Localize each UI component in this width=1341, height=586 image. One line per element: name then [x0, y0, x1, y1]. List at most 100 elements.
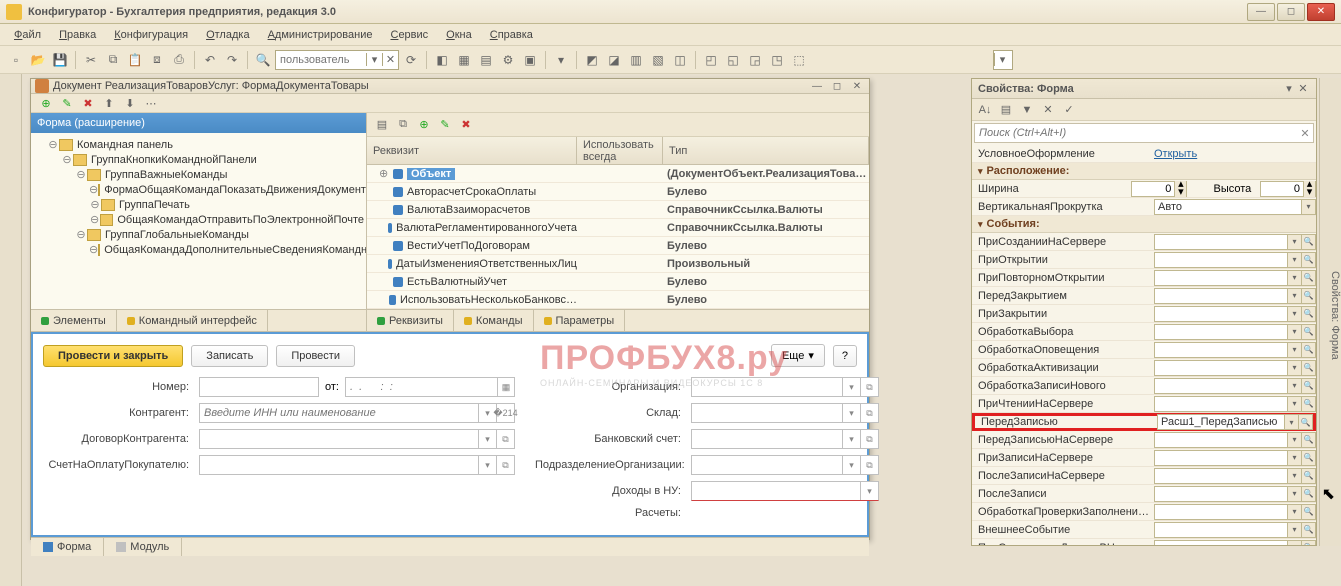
invoice-field[interactable]: ▾⧉: [199, 455, 515, 475]
properties-search-input[interactable]: [975, 127, 1297, 139]
chevron-down-icon[interactable]: ▾: [1288, 270, 1302, 286]
property-row[interactable]: ОбработкаЗаписиНового▾🔍: [972, 377, 1316, 395]
requisite-row[interactable]: ВалютаВзаиморасчетовСправочникСсылка.Вал…: [367, 201, 869, 219]
property-row[interactable]: ПослеЗаписи▾🔍: [972, 485, 1316, 503]
menu-справка[interactable]: Справка: [482, 27, 541, 43]
dept-field[interactable]: ▾⧉: [691, 455, 879, 475]
tb-1[interactable]: ◧: [432, 50, 452, 70]
chevron-down-icon[interactable]: ▾: [1288, 522, 1302, 538]
tb-11[interactable]: ◫: [670, 50, 690, 70]
property-row[interactable]: ОбработкаАктивизации▾🔍: [972, 359, 1316, 377]
delete-icon[interactable]: ✖: [79, 94, 97, 112]
tb-6[interactable]: ▾: [551, 50, 571, 70]
new-icon[interactable]: ▫: [6, 50, 26, 70]
property-vscroll[interactable]: ВертикальнаяПрокруткаАвто▾: [972, 198, 1316, 216]
elements-tree[interactable]: ⊖Командная панель⊖ГруппаКнопкиКоманднойП…: [31, 133, 366, 309]
close-button[interactable]: ✕: [1307, 3, 1335, 21]
magnify-icon[interactable]: 🔍: [1302, 468, 1316, 484]
property-row[interactable]: ПриЧтенииНаСервере▾🔍: [972, 395, 1316, 413]
property-row[interactable]: ВнешнееСобытие▾🔍: [972, 521, 1316, 539]
magnify-icon[interactable]: 🔍: [1302, 324, 1316, 340]
requisite-row[interactable]: ДатыИзмененияОтветственныхЛицПроизвольны…: [367, 255, 869, 273]
height-spinner[interactable]: ▴▾: [1260, 181, 1316, 197]
tb-10[interactable]: ▧: [648, 50, 668, 70]
edit-icon[interactable]: ✎: [58, 94, 76, 112]
tb-8[interactable]: ◪: [604, 50, 624, 70]
property-row[interactable]: ПриСохраненииДанныхВНастройкахНаСервере▾…: [972, 539, 1316, 545]
property-row[interactable]: ОбработкаПроверкиЗаполненияНаСервере▾🔍: [972, 503, 1316, 521]
tb-7[interactable]: ◩: [582, 50, 602, 70]
chevron-down-icon[interactable]: ▾: [1288, 360, 1302, 376]
chevron-down-icon[interactable]: ▾: [1288, 342, 1302, 358]
magnify-icon[interactable]: 🔍: [1302, 360, 1316, 376]
magnify-icon[interactable]: 🔍: [1302, 486, 1316, 502]
compare-icon[interactable]: ⧈: [147, 50, 167, 70]
chevron-down-icon[interactable]: ▾: [1288, 252, 1302, 268]
tb-13[interactable]: ◱: [723, 50, 743, 70]
chevron-down-icon[interactable]: ▾: [1288, 306, 1302, 322]
clear-icon[interactable]: ✕: [382, 53, 398, 66]
properties-close-button[interactable]: ✕: [1296, 82, 1310, 95]
contract-field[interactable]: ▾⧉: [199, 429, 515, 449]
chevron-down-icon[interactable]: ▾: [366, 53, 382, 66]
tree-node[interactable]: ⊖ГруппаГлобальныеКоманды: [33, 227, 364, 242]
property-row[interactable]: ПередЗаписьюНаСервере▾🔍: [972, 431, 1316, 449]
chevron-down-icon[interactable]: ▾: [1288, 288, 1302, 304]
sort-az-icon[interactable]: A↓: [976, 101, 994, 119]
calendar-icon[interactable]: ▦: [497, 378, 514, 396]
chevron-down-icon[interactable]: ▾: [1288, 468, 1302, 484]
warehouse-field[interactable]: ▾⧉: [691, 403, 879, 423]
magnify-icon[interactable]: 🔍: [1302, 288, 1316, 304]
req-del-icon[interactable]: ✖: [457, 116, 475, 134]
property-row[interactable]: ПриСозданииНаСервере▾🔍: [972, 233, 1316, 251]
magnify-icon[interactable]: 🔍: [1302, 270, 1316, 286]
tb-4[interactable]: ⚙: [498, 50, 518, 70]
tab-commands[interactable]: Команды: [454, 310, 534, 331]
refresh-icon[interactable]: ⟳: [401, 50, 421, 70]
chevron-down-icon[interactable]: ▾: [1288, 378, 1302, 394]
magnify-icon[interactable]: 🔍: [1302, 432, 1316, 448]
bank-field[interactable]: ▾⧉: [691, 429, 879, 449]
chevron-down-icon[interactable]: ▾: [1288, 234, 1302, 250]
property-row[interactable]: ОбработкаВыбора▾🔍: [972, 323, 1316, 341]
help-button[interactable]: ?: [833, 345, 857, 367]
org-field[interactable]: ▾⧉: [691, 377, 879, 397]
magnify-icon[interactable]: 🔍: [1299, 414, 1313, 430]
width-spinner[interactable]: ▴▾: [1131, 181, 1187, 197]
tab-form[interactable]: Форма: [31, 538, 104, 556]
chevron-down-icon[interactable]: ▾: [1288, 486, 1302, 502]
more-button[interactable]: Еще▾: [771, 344, 825, 367]
minimize-button[interactable]: —: [1247, 3, 1275, 21]
undo-icon[interactable]: ↶: [200, 50, 220, 70]
tb-9[interactable]: ▥: [626, 50, 646, 70]
print-icon[interactable]: ⎙: [169, 50, 189, 70]
redo-icon[interactable]: ↷: [222, 50, 242, 70]
menu-администрирование[interactable]: Администрирование: [260, 27, 381, 43]
tree-node[interactable]: ⊖ГруппаКнопкиКоманднойПанели: [33, 152, 364, 167]
property-row[interactable]: ПриЗаписиНаСервере▾🔍: [972, 449, 1316, 467]
requisite-row[interactable]: АвторасчетСрокаОплатыБулево: [367, 183, 869, 201]
tab-elements[interactable]: Элементы: [31, 310, 117, 331]
doc-maximize-button[interactable]: ◻: [829, 79, 845, 93]
up-icon[interactable]: ⬆: [100, 94, 118, 112]
requisite-row[interactable]: ИспользоватьНесколькоБанковс…Булево: [367, 291, 869, 309]
magnify-icon[interactable]: 🔍: [1302, 234, 1316, 250]
save-icon[interactable]: 💾: [50, 50, 70, 70]
property-row[interactable]: ПередЗаписьюРасш1_ПередЗаписью▾🔍: [972, 413, 1316, 431]
doc-minimize-button[interactable]: —: [809, 79, 825, 93]
property-row[interactable]: ПередЗакрытием▾🔍: [972, 287, 1316, 305]
tree-node[interactable]: ⊖ОбщаяКомандаОтправитьПоЭлектроннойПочте: [33, 212, 364, 227]
right-dock-tab[interactable]: Свойства: Форма: [1319, 78, 1341, 546]
filter-icon[interactable]: ▼: [1018, 101, 1036, 119]
open-link[interactable]: Открыть: [1154, 148, 1197, 160]
magnify-icon[interactable]: 🔍: [1302, 252, 1316, 268]
chevron-down-icon[interactable]: ▾: [1288, 324, 1302, 340]
magnify-icon[interactable]: 🔍: [1302, 378, 1316, 394]
find-icon[interactable]: 🔍: [253, 50, 273, 70]
req-edit-icon[interactable]: ✎: [436, 116, 454, 134]
categorize-icon[interactable]: ▤: [997, 101, 1015, 119]
menu-файл[interactable]: Файл: [6, 27, 49, 43]
show-all-icon[interactable]: ✓: [1060, 101, 1078, 119]
paste-icon[interactable]: 📋: [125, 50, 145, 70]
user-combo[interactable]: ▾ ✕: [275, 50, 399, 70]
